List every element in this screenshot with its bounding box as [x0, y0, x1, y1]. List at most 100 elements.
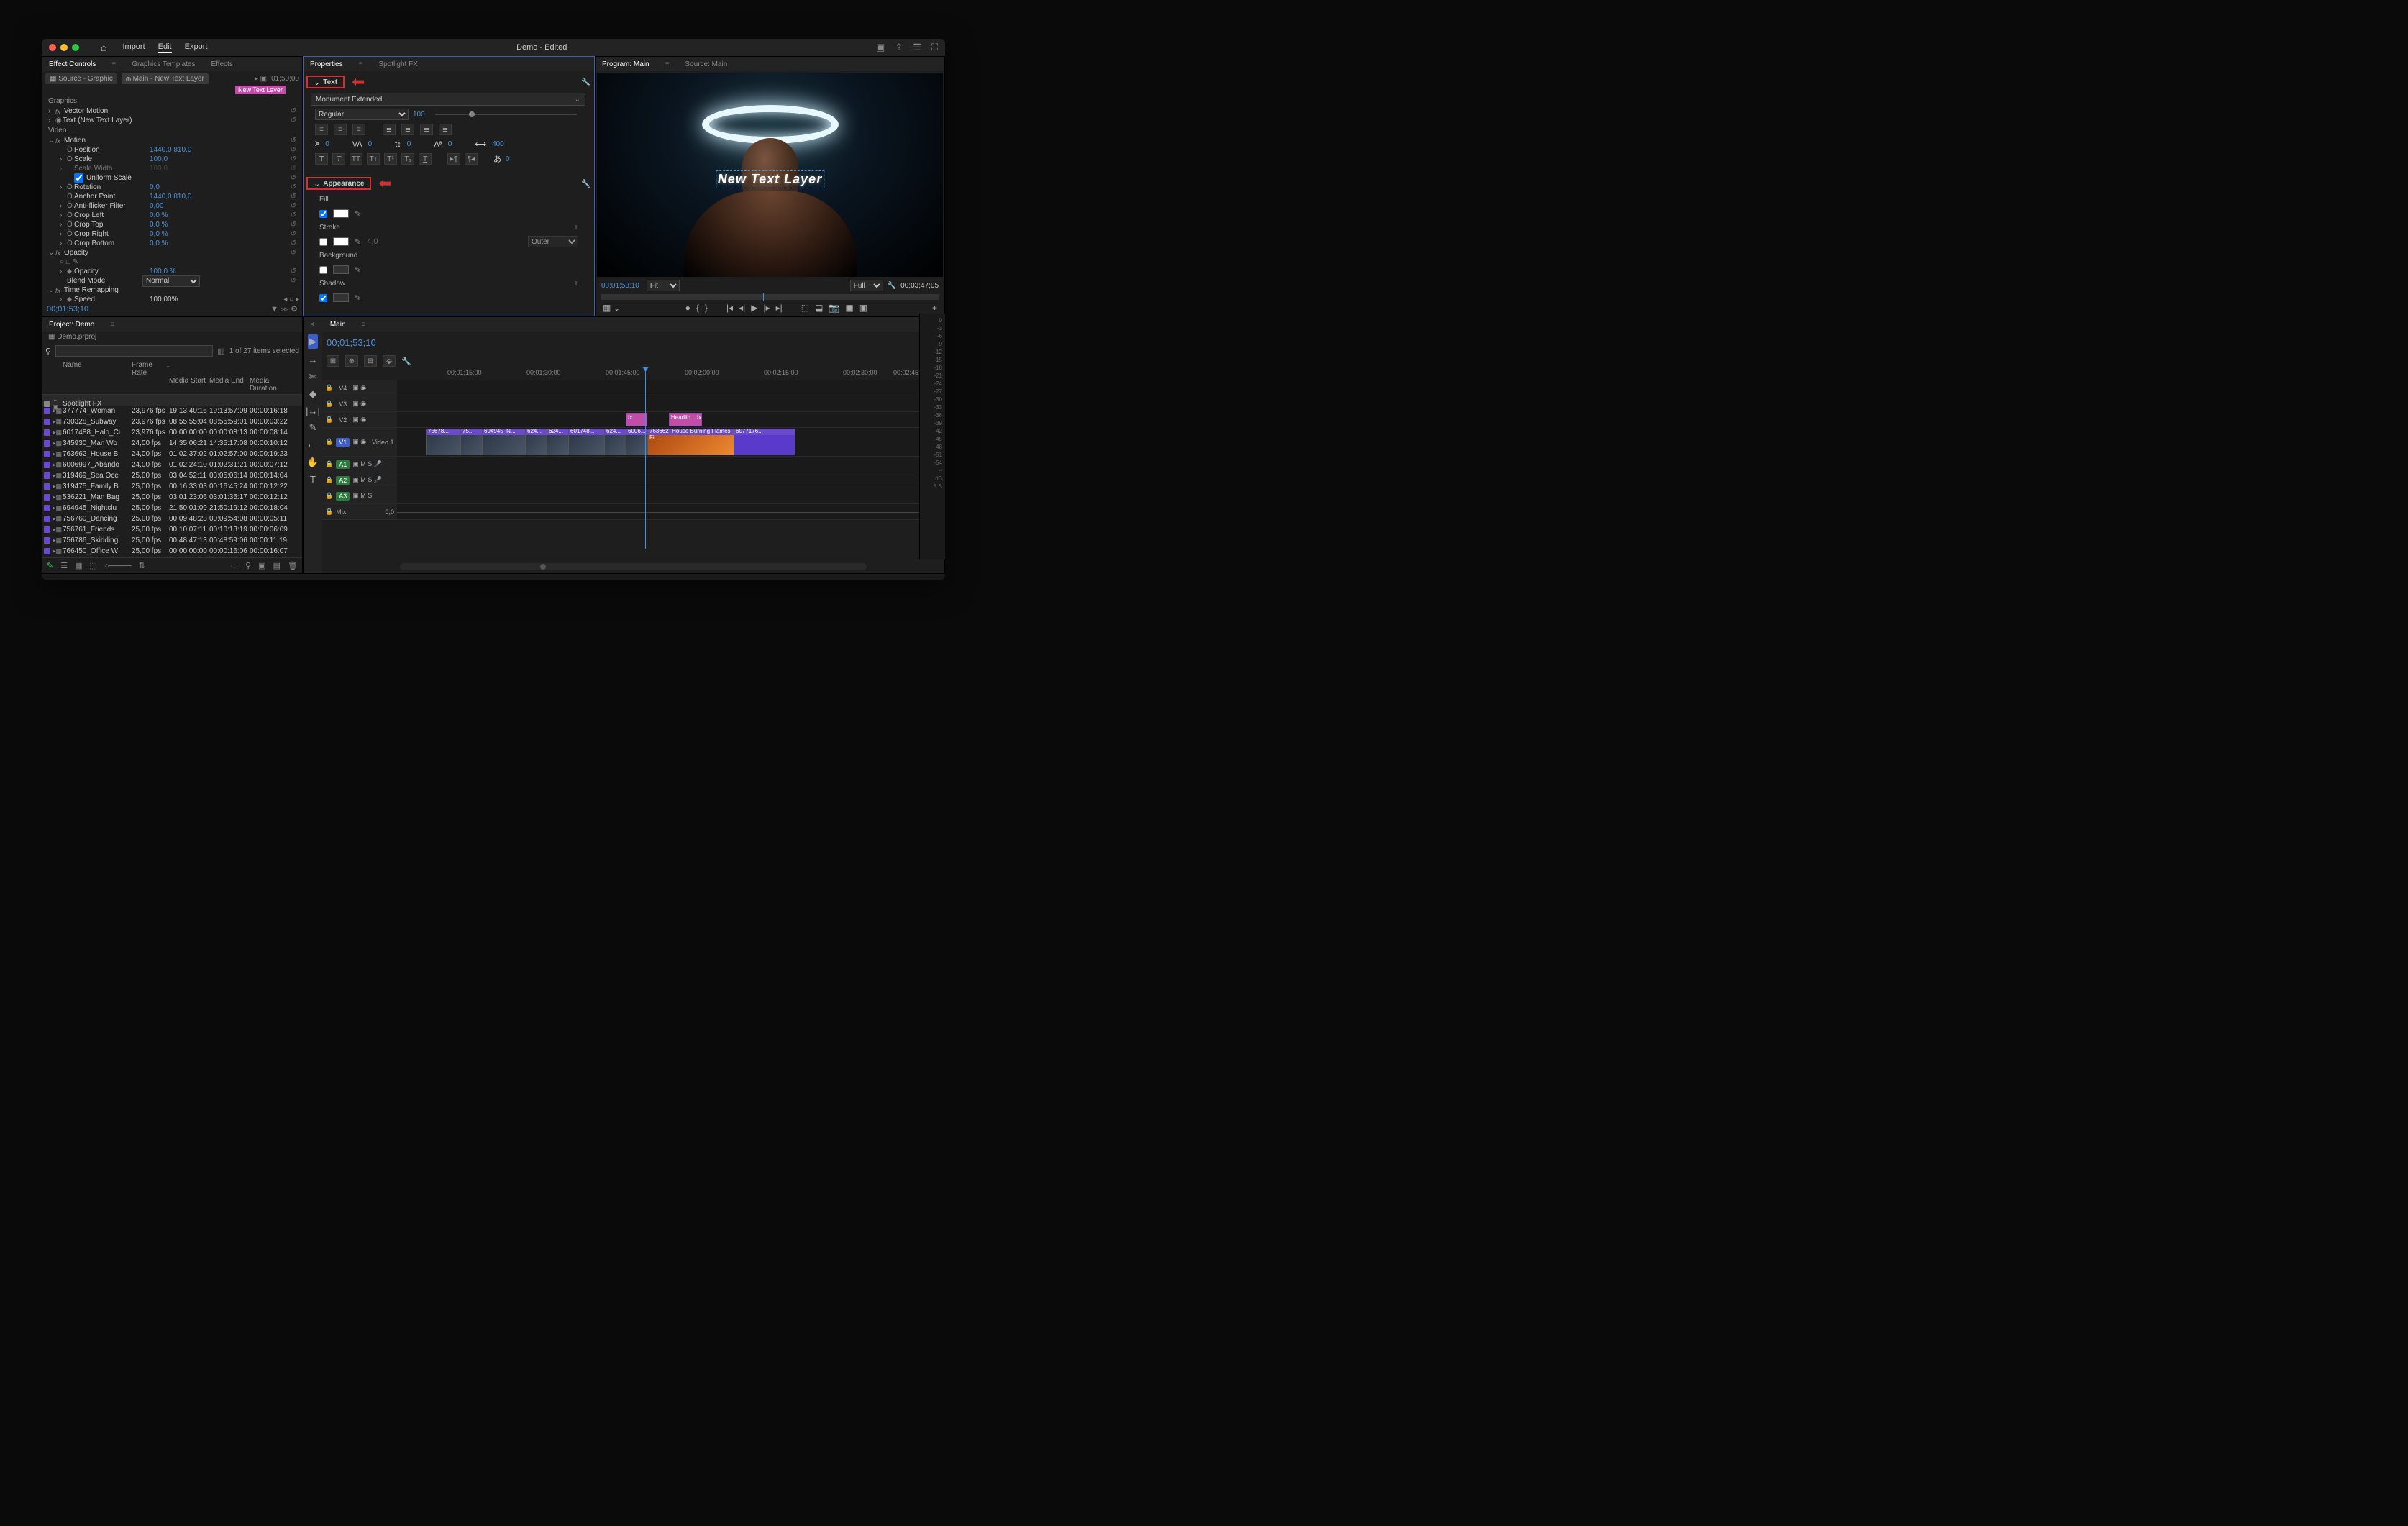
- tab-graphics-templates[interactable]: Graphics Templates: [127, 58, 199, 70]
- tab-sequence[interactable]: Main: [326, 319, 350, 331]
- freeform-icon[interactable]: ⬚: [90, 561, 97, 570]
- project-item[interactable]: ▸▦377774_Woman23,976 fps19:13:40:1619:13…: [42, 406, 302, 416]
- goto-in-icon[interactable]: |◂: [726, 303, 733, 313]
- add-marker-icon[interactable]: ●: [685, 303, 690, 313]
- share-icon[interactable]: ⇪: [895, 42, 903, 53]
- program-scrubber[interactable]: [601, 294, 939, 300]
- justify-center-icon[interactable]: ≣: [401, 124, 414, 135]
- workspace-icon[interactable]: ▣: [876, 42, 885, 53]
- fill-checkbox[interactable]: [319, 210, 327, 218]
- slip-icon[interactable]: |↔|: [306, 406, 320, 416]
- allcaps-icon[interactable]: TT: [350, 153, 362, 165]
- minimize-icon[interactable]: [60, 44, 68, 51]
- in-icon[interactable]: {: [696, 303, 699, 313]
- close-icon[interactable]: [49, 44, 56, 51]
- extract-icon[interactable]: ⬓: [815, 303, 823, 313]
- new-item-icon[interactable]: ▤: [273, 561, 281, 570]
- tab-spotlight-fx[interactable]: Spotlight FX: [374, 58, 421, 70]
- timeline-clip[interactable]: 624...: [604, 429, 626, 455]
- stroke-type-select[interactable]: Outer: [528, 236, 578, 247]
- eyedropper-icon[interactable]: ✎: [355, 265, 361, 275]
- camera-icon[interactable]: 📷: [829, 303, 839, 313]
- rect-tool-icon[interactable]: ▭: [309, 439, 317, 451]
- timeline-clip[interactable]: Headlin... fx: [669, 413, 702, 426]
- timeline-clip[interactable]: 694945_N...: [482, 429, 525, 455]
- list-icon[interactable]: ☰: [913, 42, 921, 53]
- zoom-select[interactable]: Fit: [647, 280, 680, 291]
- settings-icon[interactable]: ⬙: [383, 355, 396, 367]
- ec-timecode[interactable]: 00;01;53;10: [47, 305, 88, 314]
- timeline-clip[interactable]: 624...: [547, 429, 568, 455]
- blend-mode-select[interactable]: Normal: [142, 275, 200, 287]
- timeline-clip[interactable]: 6006...: [626, 429, 647, 455]
- icon-view-icon[interactable]: ▦: [75, 561, 82, 570]
- main-layer-pill[interactable]: ⫙ Main - New Text Layer: [122, 73, 209, 84]
- settings-icon[interactable]: 🔧: [888, 282, 896, 290]
- eyedropper-icon[interactable]: ✎: [355, 237, 361, 247]
- font-size-value[interactable]: 100: [413, 111, 425, 119]
- project-item[interactable]: ▸▦730328_Subway23,976 fps08:55:55:0408:5…: [42, 416, 302, 427]
- justify-left-icon[interactable]: ≣: [383, 124, 396, 135]
- project-item[interactable]: ▸▦6017488_Halo_Ci23,976 fps00:00:00:0000…: [42, 427, 302, 438]
- wrench-icon[interactable]: 🔧: [581, 179, 591, 188]
- tab-source[interactable]: Source: Main: [680, 58, 731, 70]
- pen-icon[interactable]: ✎: [47, 561, 53, 570]
- project-item[interactable]: ▸▦763662_House B24,00 fps01:02:37:0201:0…: [42, 449, 302, 460]
- project-item[interactable]: ▸▦319469_Sea Oce25,00 fps03:04:52:1103:0…: [42, 470, 302, 481]
- align-right-icon[interactable]: ≡: [352, 124, 365, 135]
- tab-effect-controls[interactable]: Effect Controls: [45, 58, 100, 70]
- eyedropper-icon[interactable]: ✎: [355, 293, 361, 303]
- eyedropper-icon[interactable]: ✎: [355, 209, 361, 219]
- rtl-icon[interactable]: ¶◂: [465, 153, 478, 165]
- timeline-scrollbar[interactable]: [400, 563, 867, 570]
- maximize-icon[interactable]: [72, 44, 79, 51]
- comp-icon[interactable]: ▣: [859, 303, 867, 313]
- timeline-ruler[interactable]: 00;01;15;00 00;01;30;00 00;01;45;00 00;0…: [397, 369, 944, 380]
- play-icon[interactable]: ▶: [751, 303, 757, 313]
- timeline-clip[interactable]: 763662_House Burning Flames Fi...: [647, 429, 734, 455]
- underline-icon[interactable]: T: [419, 153, 432, 165]
- project-item[interactable]: ▸▦756760_Dancing25,00 fps00:09:48:2300:0…: [42, 513, 302, 524]
- smallcaps-icon[interactable]: Tᴛ: [367, 153, 380, 165]
- playhead[interactable]: [645, 369, 646, 549]
- fullscreen-icon[interactable]: ⛶: [931, 42, 938, 53]
- add-stroke-icon[interactable]: +: [574, 224, 578, 232]
- shadow-swatch[interactable]: [333, 293, 349, 302]
- find-icon[interactable]: ⚲: [245, 561, 251, 570]
- project-item[interactable]: ▸▦756761_Friends25,00 fps00:10:07:1100:1…: [42, 524, 302, 535]
- timeline-timecode[interactable]: 00;01;53;10: [327, 337, 376, 348]
- stroke-checkbox[interactable]: [319, 238, 327, 246]
- marker-icon[interactable]: ⊟: [364, 355, 377, 367]
- goto-out-icon[interactable]: ▸|: [776, 303, 783, 313]
- align-center-icon[interactable]: ≡: [334, 124, 347, 135]
- subscript-icon[interactable]: T₁: [401, 153, 414, 165]
- wrench-icon[interactable]: 🔧: [401, 357, 411, 366]
- project-item[interactable]: ▸▦6006997_Abando24,00 fps01:02:24:1001:0…: [42, 460, 302, 470]
- menu-export[interactable]: Export: [185, 42, 208, 53]
- add-shadow-icon[interactable]: +: [574, 280, 578, 288]
- justify-right-icon[interactable]: ≣: [420, 124, 433, 135]
- marker-icon[interactable]: ▦ ⌄: [603, 303, 621, 313]
- trash-icon[interactable]: 🗑: [288, 561, 298, 570]
- uniform-scale-checkbox[interactable]: [74, 173, 83, 183]
- bold-icon[interactable]: T: [315, 153, 328, 165]
- list-view-icon[interactable]: ☰: [60, 561, 68, 570]
- comp-icon[interactable]: ▣: [845, 303, 853, 313]
- timeline-clip[interactable]: 75...: [460, 429, 482, 455]
- timeline-clip[interactable]: 601748...: [568, 429, 604, 455]
- italic-icon[interactable]: T: [332, 153, 345, 165]
- menu-edit[interactable]: Edit: [158, 42, 172, 53]
- wrench-icon[interactable]: 🔧: [581, 78, 591, 87]
- background-checkbox[interactable]: [319, 266, 327, 274]
- font-family-select[interactable]: Monument Extended⌄: [311, 93, 585, 106]
- font-weight-select[interactable]: Regular: [315, 109, 409, 120]
- program-timecode[interactable]: 00;01;53;10: [601, 282, 639, 290]
- menu-import[interactable]: Import: [122, 42, 145, 53]
- step-back-icon[interactable]: ◂|: [739, 303, 745, 313]
- new-bin-icon[interactable]: ▣: [258, 561, 265, 570]
- align-left-icon[interactable]: ≡: [315, 124, 328, 135]
- text-section-header[interactable]: ⌄Text: [306, 76, 345, 88]
- type-tool-icon[interactable]: T: [310, 474, 316, 485]
- background-swatch[interactable]: [333, 265, 349, 274]
- ripple-icon[interactable]: ✄: [309, 371, 317, 383]
